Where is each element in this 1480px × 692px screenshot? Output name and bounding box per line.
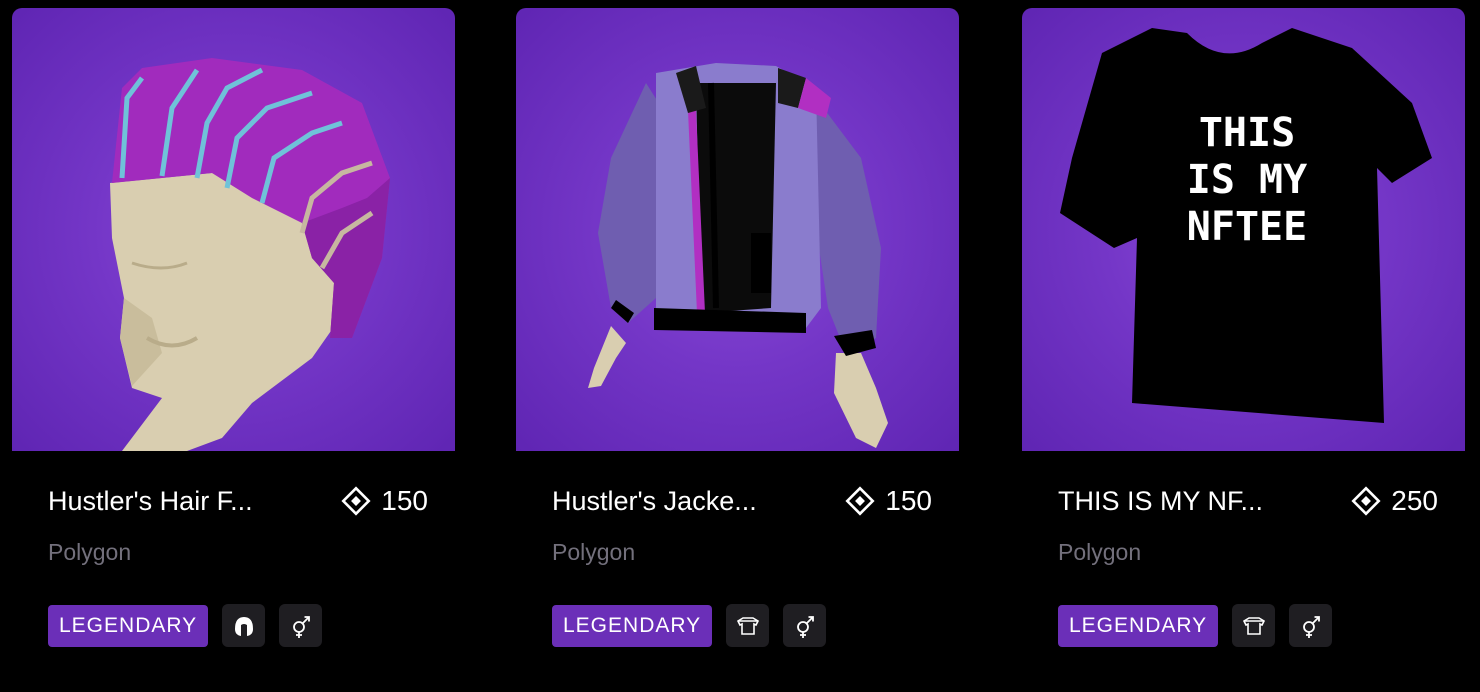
item-header: THIS IS MY NF... 250 <box>1058 481 1438 521</box>
shirt-print-line-3: NFTEE <box>1187 204 1307 250</box>
item-name[interactable]: Hustler's Jacke... <box>552 481 802 521</box>
rarity-badge: LEGENDARY <box>48 604 209 647</box>
item-tags: LEGENDARY <box>552 604 827 647</box>
item-network: Polygon <box>1058 539 1142 565</box>
item-thumbnail[interactable]: THIS IS MY NFTEE <box>1022 8 1465 451</box>
unisex-icon <box>1289 604 1333 647</box>
item-price: 150 <box>341 481 428 521</box>
item-name[interactable]: Hustler's Hair F... <box>48 481 298 521</box>
rarity-badge: LEGENDARY <box>1058 604 1219 647</box>
item-thumbnail[interactable] <box>516 8 959 451</box>
item-price-value: 150 <box>885 485 932 516</box>
upper-body-icon <box>726 604 770 647</box>
item-header: Hustler's Jacke... 150 <box>552 481 932 521</box>
item-price-value: 150 <box>381 485 428 516</box>
item-info: THIS IS MY NF... 250 Polygon LEGENDARY <box>1058 481 1438 647</box>
item-tags: LEGENDARY <box>48 604 323 647</box>
shirt-print-line-2: IS MY <box>1187 157 1307 203</box>
unisex-icon <box>279 604 323 647</box>
item-thumbnail[interactable] <box>12 8 455 451</box>
item-card[interactable]: Hustler's Hair F... 150 Polygon LEGENDAR… <box>12 8 455 692</box>
item-price-value: 250 <box>1391 485 1438 516</box>
item-card[interactable]: Hustler's Jacke... 150 Polygon LEGENDARY <box>516 8 959 692</box>
item-network: Polygon <box>552 539 636 565</box>
tshirt-thumbnail: THIS IS MY NFTEE <box>1060 28 1432 423</box>
shirt-print-line-1: THIS <box>1199 110 1295 156</box>
item-info: Hustler's Hair F... 150 Polygon LEGENDAR… <box>48 481 428 647</box>
hair-thumbnail <box>110 58 390 451</box>
jacket-thumbnail <box>588 63 888 448</box>
mana-diamond-icon <box>1351 486 1381 516</box>
item-info: Hustler's Jacke... 150 Polygon LEGENDARY <box>552 481 932 647</box>
item-price: 250 <box>1351 481 1438 521</box>
item-tags: LEGENDARY <box>1058 604 1333 647</box>
rarity-badge: LEGENDARY <box>552 604 713 647</box>
item-price: 150 <box>845 481 932 521</box>
hair-icon <box>222 604 266 647</box>
mana-diamond-icon <box>845 486 875 516</box>
unisex-icon <box>783 604 827 647</box>
item-network: Polygon <box>48 539 132 565</box>
item-header: Hustler's Hair F... 150 <box>48 481 428 521</box>
wearables-grid: Hustler's Hair F... 150 Polygon LEGENDAR… <box>0 0 1480 692</box>
item-card[interactable]: THIS IS MY NFTEE THIS IS MY NF... 250 Po… <box>1022 8 1465 692</box>
mana-diamond-icon <box>341 486 371 516</box>
item-name[interactable]: THIS IS MY NF... <box>1058 481 1308 521</box>
upper-body-icon <box>1232 604 1276 647</box>
